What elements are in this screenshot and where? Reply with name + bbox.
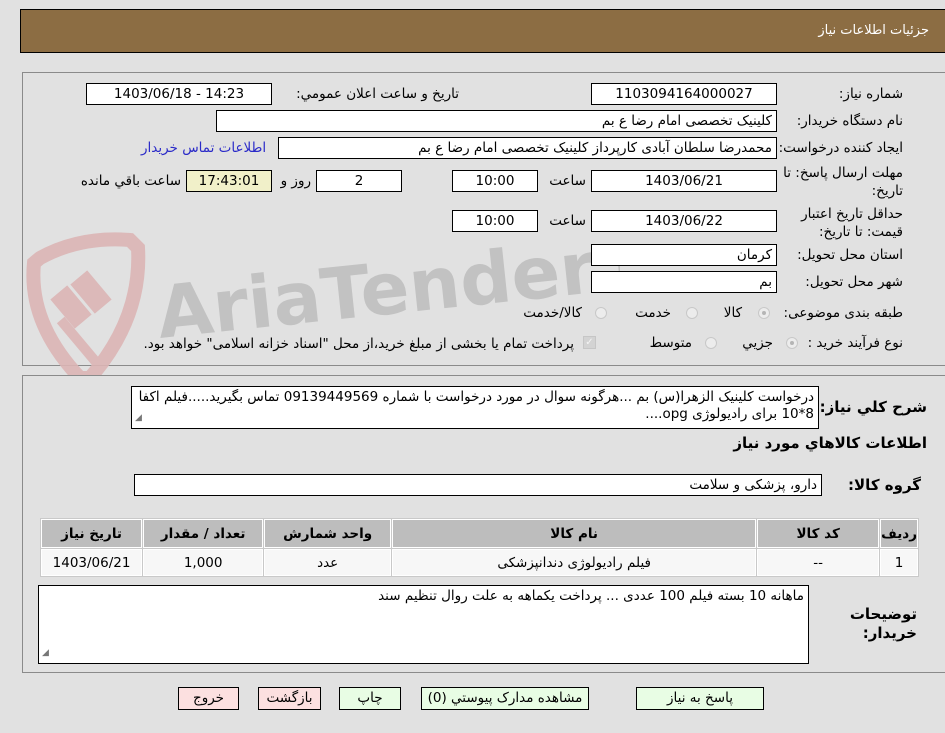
col-row-number: رديف xyxy=(880,519,918,548)
process-label: نوع فرآیند خرید : xyxy=(807,335,903,351)
validity-label-2: قیمت: تا تاریخ: xyxy=(819,224,903,240)
province-label: استان محل تحویل: xyxy=(797,247,903,263)
col-item-code: کد کالا xyxy=(757,519,880,548)
requester-field: محمدرضا سلطان آبادی کارپرداز کلینیک تخصص… xyxy=(278,137,777,159)
reply-button[interactable]: پاسخ به نياز xyxy=(636,687,764,710)
buyer-org-field: کلینیک تخصصی امام رضا ع بم xyxy=(216,110,777,132)
buyer-notes-textarea[interactable]: ماهانه 10 بسته فیلم 100 عددی ... پرداخت … xyxy=(38,585,809,664)
deadline-time-label: ساعت xyxy=(549,173,586,189)
page-header: جزئیات اطلاعات نیاز xyxy=(20,9,945,53)
goods-group-label: گروه کالا: xyxy=(848,476,921,494)
process-option-minor: جزيي xyxy=(742,335,773,351)
announce-datetime-label: تاریخ و ساعت اعلان عمومي: xyxy=(296,86,459,102)
requester-label: ایجاد کننده درخواست: xyxy=(778,140,903,156)
validity-label: حداقل تاریخ اعتبار xyxy=(801,206,903,222)
city-field: بم xyxy=(591,271,777,293)
days-remaining-field: 2 xyxy=(316,170,402,192)
cell-item-code: -- xyxy=(757,549,880,576)
validity-date-field: 1403/06/22 xyxy=(591,210,777,232)
buyer-notes-label: توضیحات xyxy=(849,605,917,623)
deadline-date-field: 1403/06/21 xyxy=(591,170,777,192)
time-remaining-field: 17:43:01 xyxy=(186,170,272,192)
process-radio-minor[interactable] xyxy=(786,337,798,349)
cell-item-name: فیلم رادیولوژی دندانپزشکی xyxy=(392,549,757,576)
goods-group-field: دارو، پزشکی و سلامت xyxy=(134,474,822,496)
category-label: طبقه بندی موضوعی: xyxy=(783,305,903,321)
cell-row-number: 1 xyxy=(880,549,918,576)
col-quantity: تعداد / مقدار xyxy=(143,519,264,548)
print-button[interactable]: چاپ xyxy=(339,687,401,710)
items-table-header: رديف کد کالا نام کالا واحد شمارش تعداد /… xyxy=(41,519,918,548)
buyer-contact-link[interactable]: اطلاعات تماس خریدار xyxy=(141,140,266,156)
buyer-org-label: نام دستگاه خریدار: xyxy=(796,113,903,129)
exit-button[interactable]: خروج xyxy=(178,687,239,710)
deadline-label-2: تاریخ: xyxy=(871,183,903,199)
items-table: رديف کد کالا نام کالا واحد شمارش تعداد /… xyxy=(40,518,919,577)
category-option-service: خدمت xyxy=(635,305,671,321)
payment-note: پرداخت تمام یا بخشی از مبلغ خرید،از محل … xyxy=(143,336,574,352)
description-textarea[interactable]: درخواست کلینیک الزهرا(س) بم ...هرگونه سو… xyxy=(131,386,819,429)
col-item-name: نام کالا xyxy=(392,519,757,548)
description-label: شرح کلي نياز: xyxy=(819,398,927,416)
items-section-title: اطلاعات کالاهاي مورد نياز xyxy=(733,434,927,452)
resize-handle-icon[interactable]: ◢ xyxy=(135,410,142,427)
time-remaining-label: ساعت باقي مانده xyxy=(80,173,181,189)
buyer-notes-label-2: خریدار: xyxy=(862,624,917,642)
category-radio-goods[interactable] xyxy=(758,307,770,319)
city-label: شهر محل تحویل: xyxy=(805,274,903,290)
province-field: کرمان xyxy=(591,244,777,266)
process-option-medium: متوسط xyxy=(649,335,692,351)
view-attachments-button[interactable]: مشاهده مدارک پيوستي (0) xyxy=(421,687,589,710)
announce-datetime-field: 1403/06/18 - 14:23 xyxy=(86,83,272,105)
category-radio-service[interactable] xyxy=(686,307,698,319)
payment-checkbox[interactable]: ✓ xyxy=(583,336,596,349)
validity-time-label: ساعت xyxy=(549,213,586,229)
category-option-goods-service: کالا/خدمت xyxy=(523,305,582,321)
deadline-time-field: 10:00 xyxy=(452,170,538,192)
table-row: 1 -- فیلم رادیولوژی دندانپزشکی عدد 1,000… xyxy=(41,549,918,576)
resize-handle-icon[interactable]: ◢ xyxy=(42,645,49,662)
deadline-label: مهلت ارسال پاسخ: تا xyxy=(783,165,903,181)
col-need-date: تاريخ نياز xyxy=(41,519,143,548)
need-number-field: 1103094164000027 xyxy=(591,83,777,105)
validity-time-field: 10:00 xyxy=(452,210,538,232)
page-title: جزئیات اطلاعات نیاز xyxy=(818,23,929,38)
back-button[interactable]: بازگشت xyxy=(258,687,321,710)
cell-need-date: 1403/06/21 xyxy=(41,549,143,576)
process-radio-medium[interactable] xyxy=(705,337,717,349)
category-radio-goods-service[interactable] xyxy=(595,307,607,319)
category-option-goods: کالا xyxy=(723,305,742,321)
days-label: روز و xyxy=(280,173,311,189)
cell-quantity: 1,000 xyxy=(143,549,264,576)
cell-unit: عدد xyxy=(264,549,392,576)
buyer-notes-text: ماهانه 10 بسته فیلم 100 عددی ... پرداخت … xyxy=(378,588,804,604)
col-unit: واحد شمارش xyxy=(264,519,392,548)
description-text: درخواست کلینیک الزهرا(س) بم ...هرگونه سو… xyxy=(138,389,814,422)
need-number-label: شماره نیاز: xyxy=(838,86,903,102)
